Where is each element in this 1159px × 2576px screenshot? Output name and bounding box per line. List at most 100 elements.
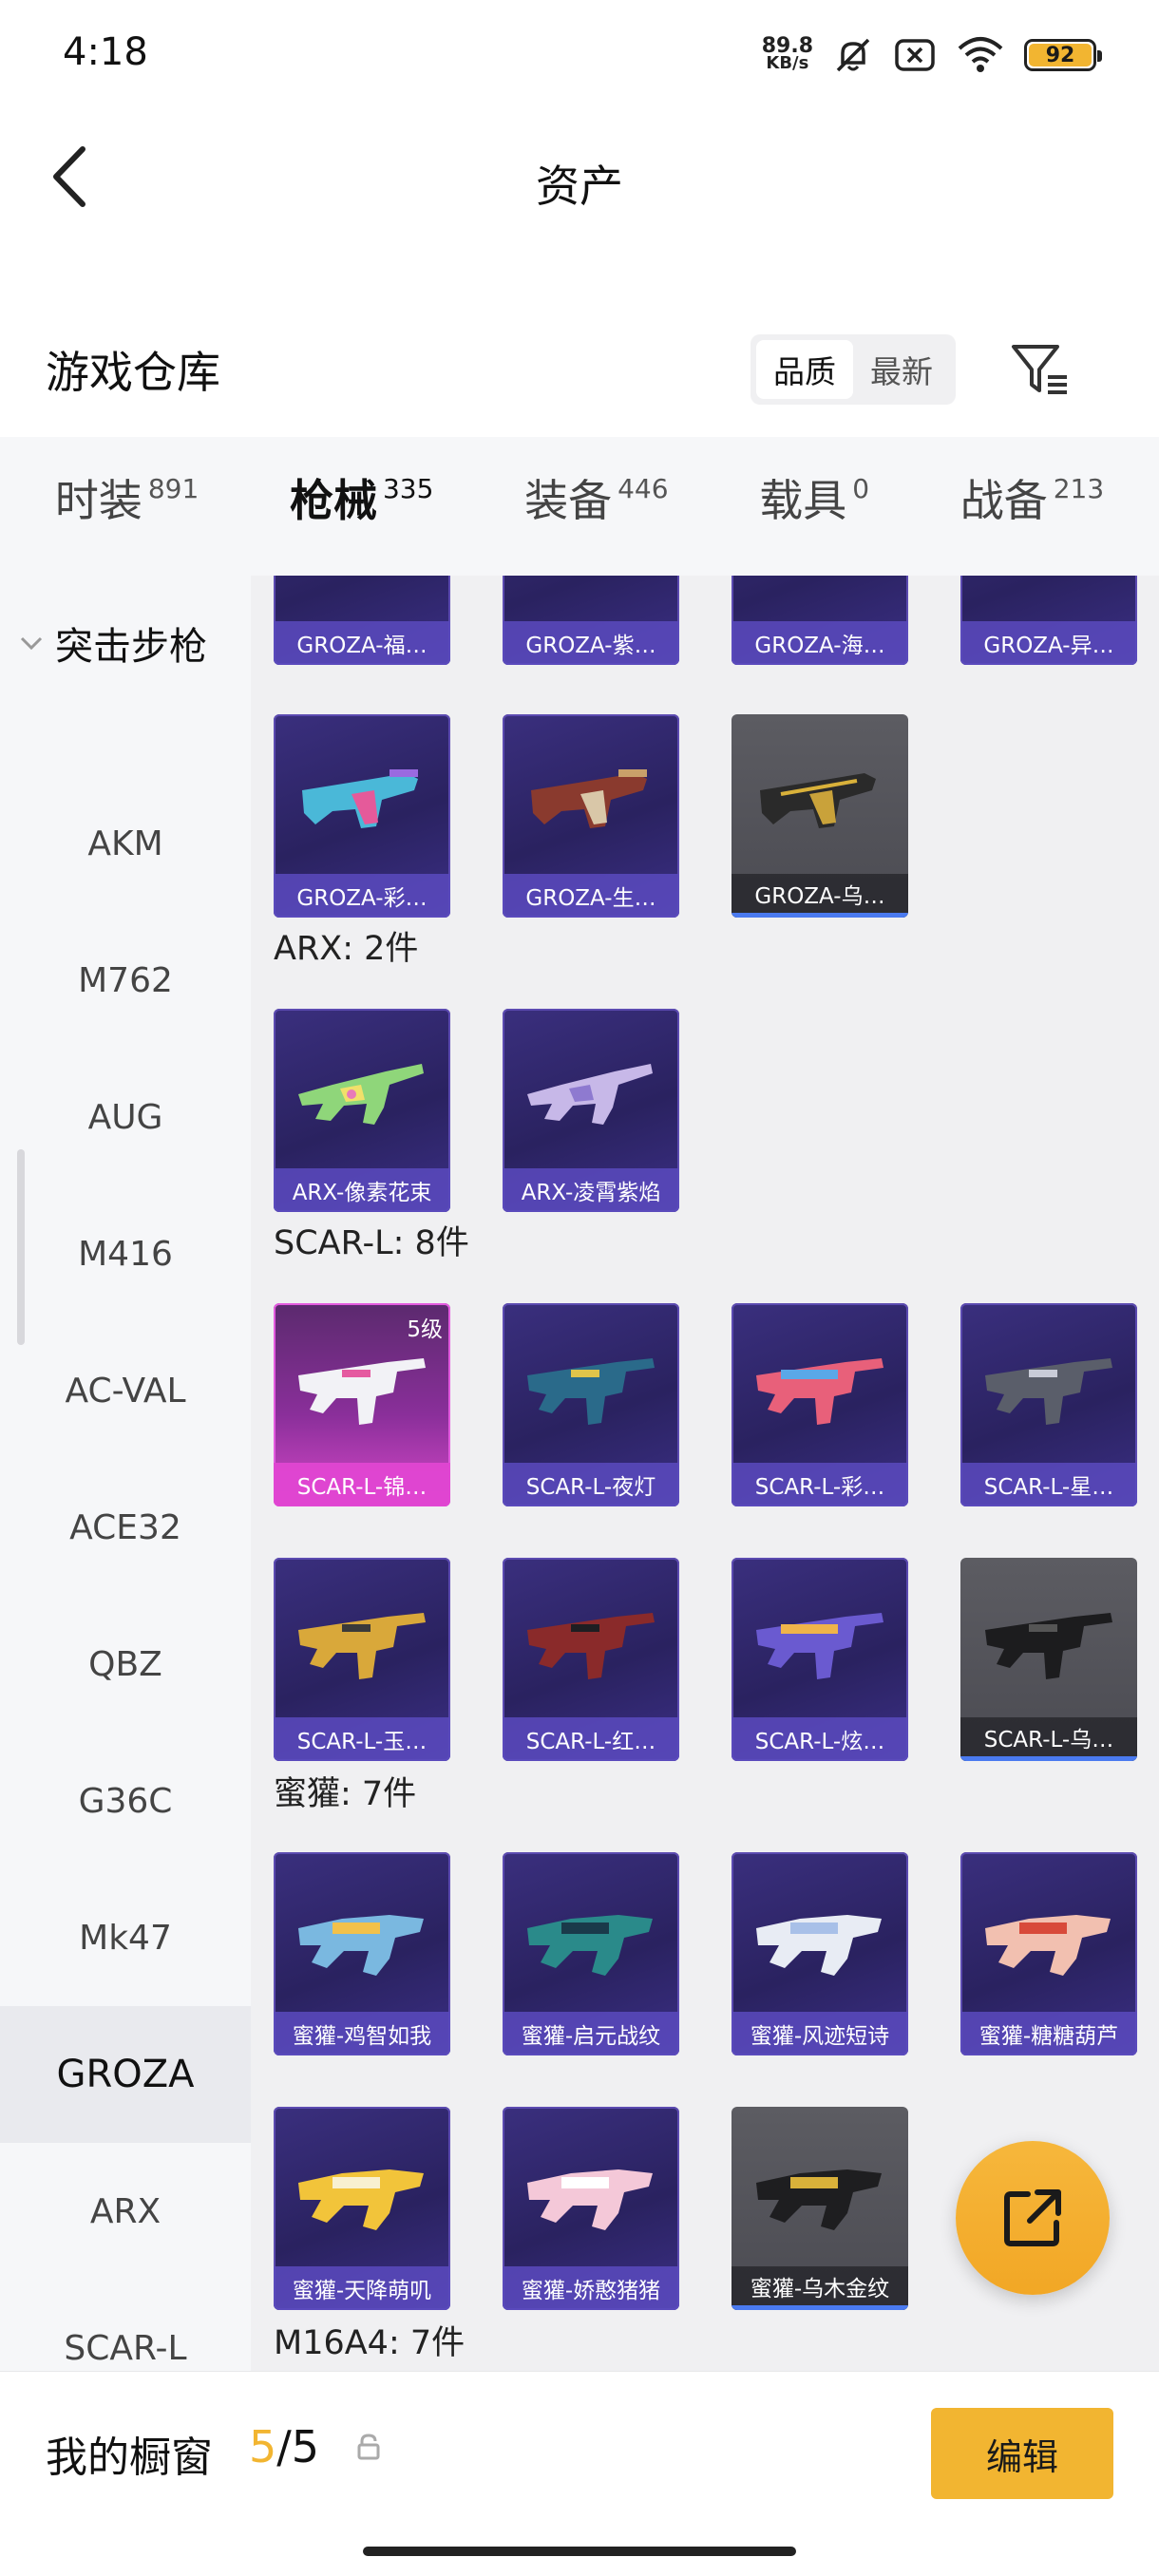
status-time: 4:18	[63, 30, 148, 74]
weapon-skin-image	[985, 1915, 1111, 1976]
skin-name: 蜜獾-娇憨猪猪	[503, 2266, 679, 2310]
skin-card[interactable]: GROZA-乌…	[732, 714, 908, 918]
showcase-bar: 我的橱窗 5/5 编辑	[0, 2371, 1159, 2576]
scar-row-1: 5级 SCAR-L-锦… SCAR-L-夜灯 SCAR-L-彩… SCAR-L-…	[274, 1303, 1137, 1506]
sidebar-scrollbar[interactable]	[17, 1149, 25, 1345]
showcase-count-sep: /	[276, 2421, 292, 2472]
sidebar-item-akm[interactable]: AKM	[0, 775, 251, 912]
skin-card[interactable]: GROZA-紫…	[503, 576, 679, 665]
honeybadger-row-2: 蜜獾-天降萌叽 蜜獾-娇憨猪猪 蜜獾-乌木金纹	[274, 2107, 908, 2310]
tab-fashion[interactable]: 时装 891	[55, 473, 199, 540]
skin-card[interactable]: 蜜獾-乌木金纹	[732, 2107, 908, 2310]
sidebar-item-g36c[interactable]: G36C	[0, 1733, 251, 1869]
skin-card[interactable]: ARX-凌霄紫焰	[503, 1009, 679, 1212]
weapon-skin-image	[527, 2169, 653, 2230]
tab-label: 枪械	[289, 475, 377, 526]
sidebar-item-groza[interactable]: GROZA	[0, 2006, 251, 2143]
sidebar-item-qbz[interactable]: QBZ	[0, 1596, 251, 1733]
section-title-scar-l: SCAR-L: 8件	[274, 1224, 469, 1262]
weapon-skin-image	[527, 1064, 653, 1125]
battery-icon: 92	[1024, 39, 1102, 71]
scar-row-2: SCAR-L-玉… SCAR-L-红… SCAR-L-炫… SCAR-L-乌…	[274, 1558, 1137, 1761]
sidebar-group-assault-rifles[interactable]: 突击步枪	[19, 616, 207, 671]
weapon-skin-image	[527, 1358, 655, 1425]
skin-card[interactable]: GROZA-异…	[960, 576, 1137, 665]
skin-card[interactable]: SCAR-L-星…	[960, 1303, 1137, 1506]
net-speed-unit: KB/s	[766, 53, 809, 73]
sidebar-item-ac-val[interactable]: AC-VAL	[0, 1322, 251, 1459]
skin-card[interactable]: SCAR-L-炫…	[732, 1558, 908, 1761]
tab-firearms[interactable]: 枪械 335	[289, 473, 434, 584]
category-tabs: 时装 891 枪械 335 装备 446 载具 0 战备 213	[0, 437, 1159, 584]
weapon-skin-image	[760, 773, 876, 828]
section-title-m16a4: M16A4: 7件	[274, 2324, 466, 2362]
section-title-arx: ARX: 2件	[274, 930, 419, 968]
skin-card[interactable]: 5级 SCAR-L-锦…	[274, 1303, 450, 1506]
share-button[interactable]	[956, 2141, 1110, 2295]
tab-count: 335	[382, 473, 434, 504]
tab-label: 载具	[759, 475, 847, 526]
skin-card[interactable]: SCAR-L-玉…	[274, 1558, 450, 1761]
sidebar-item-mk47[interactable]: Mk47	[0, 1869, 251, 2006]
skin-name: SCAR-L-夜灯	[503, 1463, 679, 1506]
skin-card[interactable]: GROZA-福…	[274, 576, 450, 665]
tab-count: 213	[1053, 473, 1105, 504]
skin-name: SCAR-L-红…	[503, 1717, 679, 1761]
warehouse-row: 游戏仓库 品质 最新	[0, 313, 1159, 426]
skin-card[interactable]: 蜜獾-糖糖葫芦	[960, 1852, 1137, 2055]
skin-card[interactable]: GROZA-海…	[732, 576, 908, 665]
weapon-content[interactable]: GROZA-福… GROZA-紫… GROZA-海… GROZA-异… GROZ…	[251, 576, 1159, 2371]
showcase-count: 5/5	[249, 2421, 319, 2472]
skin-card[interactable]: SCAR-L-彩…	[732, 1303, 908, 1506]
status-icons: 89.8 KB/s 92	[762, 28, 1102, 82]
skin-name: GROZA-异…	[960, 621, 1137, 665]
sidebar-item-arx[interactable]: ARX	[0, 2143, 251, 2280]
battery-level: 92	[1029, 44, 1092, 67]
skin-card[interactable]: GROZA-生…	[503, 714, 679, 918]
weapon-skin-image	[756, 1613, 884, 1679]
skin-card[interactable]: 蜜獾-娇憨猪猪	[503, 2107, 679, 2310]
skin-card[interactable]: SCAR-L-红…	[503, 1558, 679, 1761]
weapon-skin-image	[298, 1915, 424, 1976]
weapon-skin-image	[756, 1915, 882, 1976]
weapon-skin-image	[985, 1613, 1112, 1679]
showcase-count-total: 5	[291, 2421, 320, 2472]
filter-button[interactable]	[1007, 336, 1074, 403]
skin-name: SCAR-L-玉…	[274, 1717, 450, 1761]
weapon-sidebar[interactable]: 突击步枪 AKM M762 AUG M416 AC-VAL ACE32 QBZ …	[0, 576, 251, 2371]
skin-name: GROZA-乌…	[732, 874, 908, 918]
skin-card[interactable]: SCAR-L-夜灯	[503, 1303, 679, 1506]
sort-newest-option[interactable]: 最新	[853, 340, 950, 399]
groza-row-top: GROZA-福… GROZA-紫… GROZA-海… GROZA-异…	[274, 576, 1137, 665]
skin-level-badge: 5级	[407, 1317, 443, 1342]
sidebar-item-m762[interactable]: M762	[0, 912, 251, 1049]
sidebar-item-ace32[interactable]: ACE32	[0, 1459, 251, 1596]
sim-disabled-icon	[893, 36, 937, 74]
skin-card[interactable]: 蜜獾-风迹短诗	[732, 1852, 908, 2055]
sort-quality-option[interactable]: 品质	[756, 340, 853, 399]
tab-equipment[interactable]: 装备 446	[524, 473, 668, 540]
edit-button[interactable]: 编辑	[931, 2408, 1113, 2499]
skin-name: 蜜獾-鸡智如我	[274, 2012, 450, 2055]
skin-card[interactable]: GROZA-彩…	[274, 714, 450, 918]
sidebar-item-aug[interactable]: AUG	[0, 1049, 251, 1185]
sidebar-item-m416[interactable]: M416	[0, 1185, 251, 1322]
tab-label: 时装	[54, 475, 142, 526]
sidebar-item-scar-l[interactable]: SCAR-L	[0, 2280, 251, 2371]
tab-vehicles[interactable]: 载具 0	[759, 473, 869, 540]
skin-card[interactable]: 蜜獾-鸡智如我	[274, 1852, 450, 2055]
skin-card[interactable]: SCAR-L-乌…	[960, 1558, 1137, 1761]
wifi-icon	[956, 35, 1005, 75]
skin-name: SCAR-L-星…	[960, 1463, 1137, 1506]
skin-card[interactable]: 蜜獾-启元战纹	[503, 1852, 679, 2055]
skin-card[interactable]: ARX-像素花束	[274, 1009, 450, 1212]
mute-bell-icon	[832, 34, 874, 76]
weapon-skin-image	[302, 769, 418, 828]
weapon-skin-image	[298, 1358, 426, 1425]
tab-count: 0	[852, 473, 870, 504]
tab-combat-supplies[interactable]: 战备 213	[960, 473, 1104, 540]
weapon-skin-image	[527, 1613, 655, 1679]
skin-name: GROZA-福…	[274, 621, 450, 665]
skin-card[interactable]: 蜜獾-天降萌叽	[274, 2107, 450, 2310]
home-indicator[interactable]	[363, 2547, 796, 2556]
